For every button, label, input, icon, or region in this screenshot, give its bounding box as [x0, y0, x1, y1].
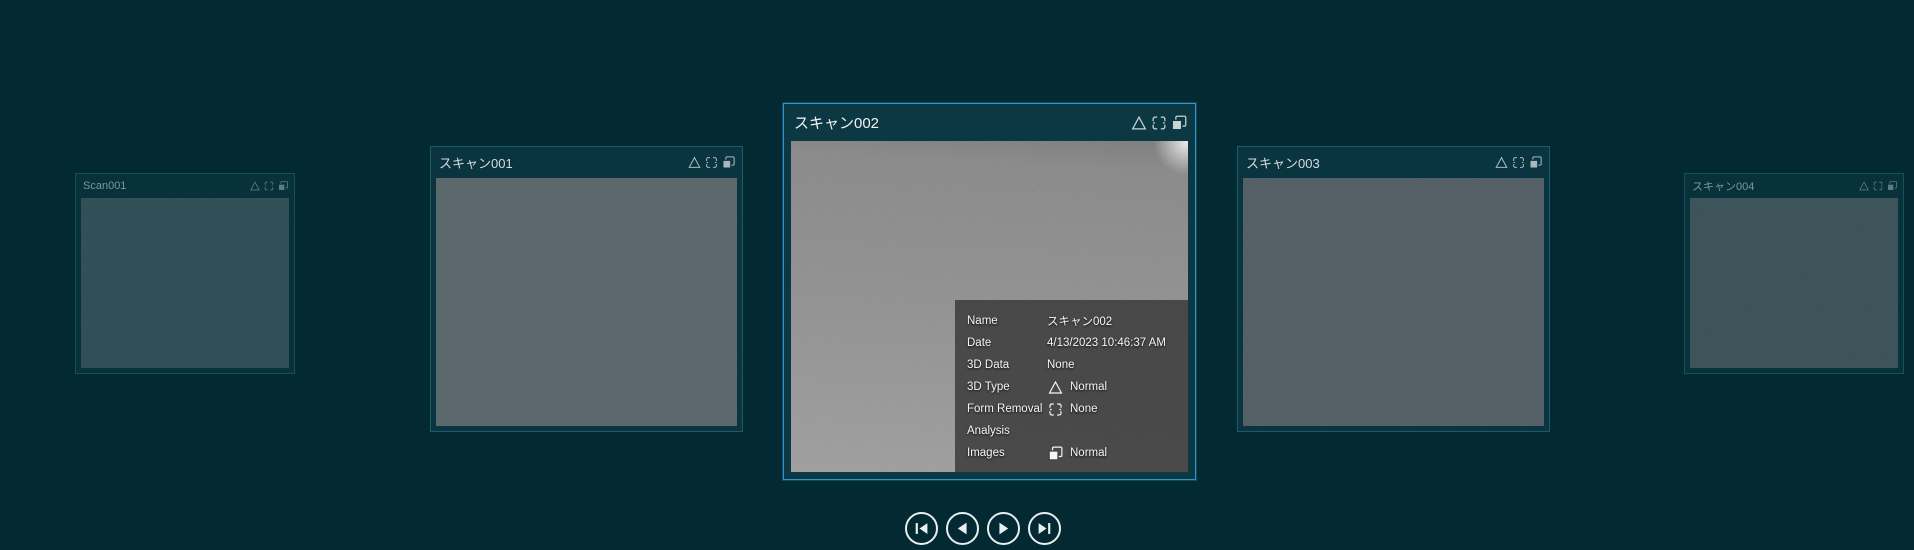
tooltip-row-form-removal: Form Removal None	[967, 398, 1188, 420]
nav-skip-to-last-button[interactable]	[1028, 512, 1061, 545]
scan-card-header: Scan001	[76, 174, 294, 198]
carousel-nav	[905, 512, 1061, 545]
scan-card-scan-jp-004[interactable]: スキャン004	[1684, 173, 1904, 374]
scan-card-header: スキャン004	[1685, 174, 1903, 198]
scan-card-title: スキャン002	[794, 115, 880, 132]
tooltip-row-date: Date 4/13/2023 10:46:37 AM	[967, 337, 1166, 349]
scan-card-scan-jp-002-selected[interactable]: スキャン002 Name スキャン002 Date 4/13/2023 10:4…	[783, 103, 1196, 480]
tooltip-row-images: Images Normal	[967, 442, 1188, 464]
scan-card-scan001[interactable]: Scan001	[75, 173, 295, 374]
scan-status-icons	[1494, 155, 1543, 170]
next-icon	[999, 522, 1009, 535]
scan-card-title: スキャン001	[439, 156, 513, 171]
scan-card-scan-jp-001[interactable]: スキャン001	[430, 146, 743, 432]
tooltip-row-analysis: Analysis	[967, 425, 1010, 437]
form-removal-icon	[1152, 116, 1166, 129]
scan-card-header: スキャン002	[784, 104, 1195, 141]
triangle-icon	[1048, 380, 1063, 394]
scan-status-icons	[687, 155, 736, 170]
images-icon	[278, 181, 288, 191]
form-removal-icon	[264, 181, 274, 191]
tooltip-row-3d-data: 3D Data None	[967, 359, 1075, 371]
scan-thumbnail	[1690, 198, 1898, 368]
scan-card-title: Scan001	[83, 180, 127, 192]
scan-thumbnail	[81, 198, 289, 368]
scan-carousel: Scan001 スキャン001 スキャン002 Name スキャン002 Dat…	[0, 0, 1914, 550]
scan-status-icons	[249, 180, 289, 192]
scan-status-icons	[1130, 114, 1188, 132]
nav-previous-button[interactable]	[946, 512, 979, 545]
3d-type-triangle-icon	[1859, 181, 1869, 191]
previous-icon	[957, 522, 967, 535]
scan-thumbnail	[1243, 178, 1544, 426]
images-icon	[1887, 181, 1897, 191]
skip-to-last-icon	[1038, 523, 1051, 534]
nav-next-button[interactable]	[987, 512, 1020, 545]
scan-card-scan-jp-003[interactable]: スキャン003	[1237, 146, 1550, 432]
scan-card-title: スキャン004	[1692, 181, 1755, 193]
images-icon	[722, 156, 735, 169]
skip-to-first-icon	[915, 523, 928, 534]
scan-card-title: スキャン003	[1246, 156, 1320, 171]
3d-type-triangle-icon	[1131, 115, 1147, 129]
scan-status-icons	[1858, 180, 1898, 192]
scan-card-header: スキャン003	[1238, 147, 1549, 178]
tooltip-row-3d-type: 3D Type Normal	[967, 376, 1188, 398]
images-icon	[1048, 446, 1063, 461]
form-removal-icon	[706, 157, 717, 168]
nav-skip-to-first-button[interactable]	[905, 512, 938, 545]
thumbnail-noise-texture	[1690, 198, 1898, 368]
images-icon	[1171, 115, 1187, 130]
scan-info-tooltip: Name スキャン002 Date 4/13/2023 10:46:37 AM …	[955, 300, 1188, 472]
3d-type-triangle-icon	[1495, 156, 1508, 168]
scan-thumbnail	[436, 178, 737, 426]
thumbnail-noise-texture	[436, 178, 737, 426]
images-icon	[1529, 156, 1542, 169]
thumbnail-noise-texture	[81, 198, 289, 368]
form-removal-icon	[1513, 157, 1524, 168]
3d-type-triangle-icon	[688, 156, 701, 168]
scan-card-header: スキャン001	[431, 147, 742, 178]
3d-type-triangle-icon	[250, 181, 260, 191]
tooltip-row-name: Name スキャン002	[967, 315, 1113, 328]
form-removal-icon	[1873, 181, 1883, 191]
form-removal-icon	[1049, 402, 1062, 416]
thumbnail-noise-texture	[1243, 178, 1544, 426]
